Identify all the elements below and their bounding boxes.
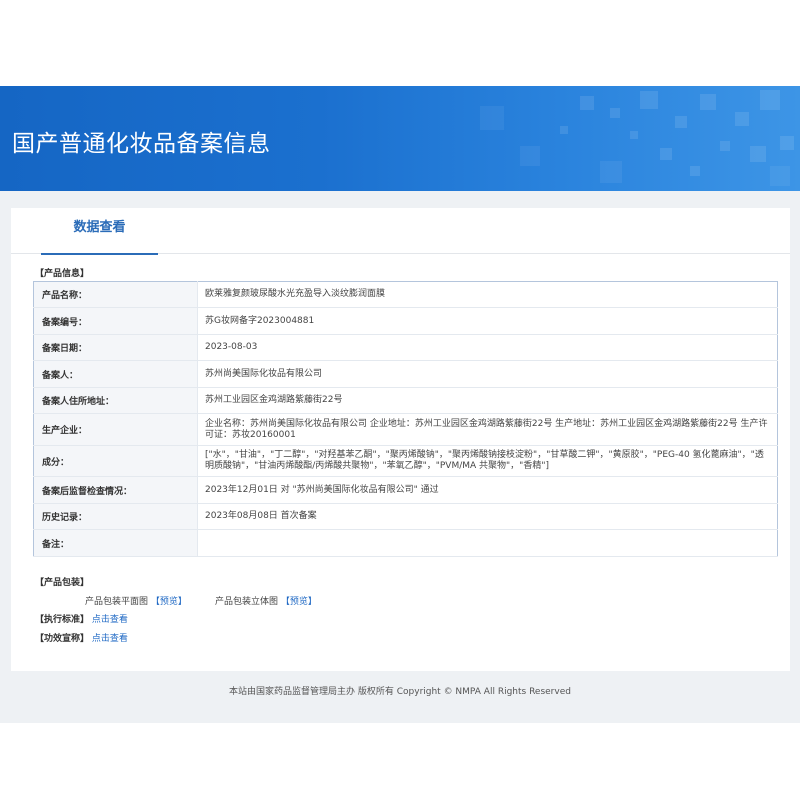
row-value: ["水"，"甘油"，"丁二醇"，"对羟基苯乙酮"，"聚丙烯酸钠"，"聚丙烯酸钠接…: [197, 445, 778, 477]
standard-row: 【执行标准】 点击查看: [35, 612, 128, 625]
table-row: 历史记录： 2023年08月08日 首次备案: [33, 503, 778, 530]
table-row: 备案后监督检查情况： 2023年12月01日 对 "苏州尚美国际化妆品有限公司" …: [33, 476, 778, 504]
tab-data-view[interactable]: 数据查看: [41, 208, 158, 255]
row-label: 历史记录：: [33, 503, 198, 530]
header-banner: 国产普通化妆品备案信息: [0, 86, 800, 191]
top-spacer: [0, 0, 800, 86]
packaging-stereo-preview-link[interactable]: 【预览】: [281, 597, 317, 607]
packaging-flat-label: 产品包装平面图: [85, 597, 149, 607]
data-panel: 数据查看 【产品信息】 产品名称： 欧莱雅复颜玻尿酸水光充盈导入淡纹膨润面膜 备案…: [11, 208, 790, 671]
packaging-title: 【产品包装】: [35, 578, 90, 588]
row-label: 产品名称：: [33, 281, 198, 308]
row-value: 苏G妆网备字2023004881: [197, 307, 778, 335]
row-label: 备案日期：: [33, 334, 198, 361]
table-row: 备案人： 苏州尚美国际化妆品有限公司: [33, 360, 778, 388]
table-row: 备案日期： 2023-08-03: [33, 334, 778, 361]
row-label: 备案编号：: [33, 307, 198, 335]
packaging-flat: 产品包装平面图 【预览】: [85, 594, 187, 607]
tab-bar: 数据查看: [11, 208, 790, 255]
row-label: 成分：: [33, 445, 198, 477]
packaging-flat-preview-link[interactable]: 【预览】: [151, 597, 187, 607]
table-row: 备案编号： 苏G妆网备字2023004881: [33, 307, 778, 335]
standard-label: 【执行标准】: [35, 615, 90, 625]
table-row: 备注：: [33, 529, 778, 557]
row-value: 欧莱雅复颜玻尿酸水光充盈导入淡纹膨润面膜: [197, 281, 778, 308]
row-label: 备案人住所地址：: [33, 387, 198, 414]
row-value: [197, 529, 778, 557]
table-row: 生产企业： 企业名称：苏州尚美国际化妆品有限公司 企业地址：苏州工业园区金鸡湖路紫…: [33, 413, 778, 446]
packaging-stereo-label: 产品包装立体图: [215, 597, 279, 607]
row-value: 2023-08-03: [197, 334, 778, 361]
row-label: 备案后监督检查情况：: [33, 476, 198, 504]
standard-view-link[interactable]: 点击查看: [92, 615, 128, 625]
bottom-spacer: [0, 723, 800, 800]
table-row: 成分： ["水"，"甘油"，"丁二醇"，"对羟基苯乙酮"，"聚丙烯酸钠"，"聚丙烯…: [33, 445, 778, 477]
footer-copyright: 本站由国家药品监督管理局主办 版权所有 Copyright © NMPA All…: [229, 687, 571, 697]
packaging-stereo: 产品包装立体图 【预览】: [215, 594, 317, 607]
banner-decoration: [480, 90, 794, 186]
row-value: 苏州工业园区金鸡湖路紫藤街22号: [197, 387, 778, 414]
row-value: 企业名称：苏州尚美国际化妆品有限公司 企业地址：苏州工业园区金鸡湖路紫藤街22号…: [197, 413, 778, 446]
row-value: 2023年12月01日 对 "苏州尚美国际化妆品有限公司" 通过: [197, 476, 778, 504]
content-area: 数据查看 【产品信息】 产品名称： 欧莱雅复颜玻尿酸水光充盈导入淡纹膨润面膜 备案…: [0, 191, 800, 723]
product-info-title: 【产品信息】: [35, 269, 90, 279]
efficacy-view-link[interactable]: 点击查看: [92, 634, 128, 644]
row-value: 苏州尚美国际化妆品有限公司: [197, 360, 778, 388]
row-value: 2023年08月08日 首次备案: [197, 503, 778, 530]
efficacy-label: 【功效宣称】: [35, 634, 90, 644]
product-info-table: 产品名称： 欧莱雅复颜玻尿酸水光充盈导入淡纹膨润面膜 备案编号： 苏G妆网备字202…: [33, 281, 778, 557]
table-row: 产品名称： 欧莱雅复颜玻尿酸水光充盈导入淡纹膨润面膜: [33, 281, 778, 308]
row-label: 生产企业：: [33, 413, 198, 446]
efficacy-row: 【功效宣称】 点击查看: [35, 631, 128, 644]
row-label: 备案人：: [33, 360, 198, 388]
table-row: 备案人住所地址： 苏州工业园区金鸡湖路紫藤街22号: [33, 387, 778, 414]
page-title: 国产普通化妆品备案信息: [12, 131, 271, 157]
row-label: 备注：: [33, 529, 198, 557]
